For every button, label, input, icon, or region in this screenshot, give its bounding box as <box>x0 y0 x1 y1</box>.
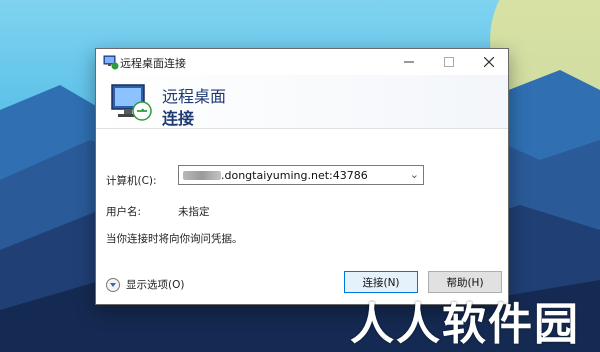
credentials-hint: 当你连接时将向你询问凭据。 <box>106 233 243 245</box>
title-bar[interactable]: 远程桌面连接 <box>96 49 508 75</box>
redacted-host <box>183 171 221 180</box>
minimize-icon <box>404 61 414 63</box>
remote-desktop-monitor-icon <box>111 84 152 121</box>
watermark-text: 人人软件园 <box>350 299 580 350</box>
header-title: 远程桌面 <box>162 87 227 106</box>
maximize-icon <box>444 57 454 67</box>
header-subtitle: 连接 <box>162 109 195 128</box>
minimize-button[interactable] <box>388 49 430 75</box>
maximize-button[interactable] <box>428 49 470 75</box>
computer-value: .dongtaiyuming.net:43786 <box>221 169 368 182</box>
remote-desktop-icon <box>103 55 119 70</box>
computer-combobox[interactable]: .dongtaiyuming.net:43786 ⌄ <box>178 165 424 185</box>
remote-desktop-window: 远程桌面连接 远程桌面 连接 计算机(C): .dongtaiyuming.ne… <box>95 48 509 305</box>
dialog-header: 远程桌面 连接 <box>96 75 508 129</box>
close-icon <box>484 57 494 67</box>
user-label: 用户名: <box>106 206 142 218</box>
show-options-label: 显示选项(O) <box>126 279 185 291</box>
user-value: 未指定 <box>178 206 210 218</box>
window-title: 远程桌面连接 <box>120 57 186 70</box>
close-button[interactable] <box>468 49 510 75</box>
chevron-down-icon[interactable]: ⌄ <box>410 168 419 181</box>
expand-options-icon[interactable] <box>106 277 120 292</box>
show-options-toggle[interactable]: 显示选项(O) <box>106 277 184 292</box>
computer-label: 计算机(C): <box>106 175 157 187</box>
